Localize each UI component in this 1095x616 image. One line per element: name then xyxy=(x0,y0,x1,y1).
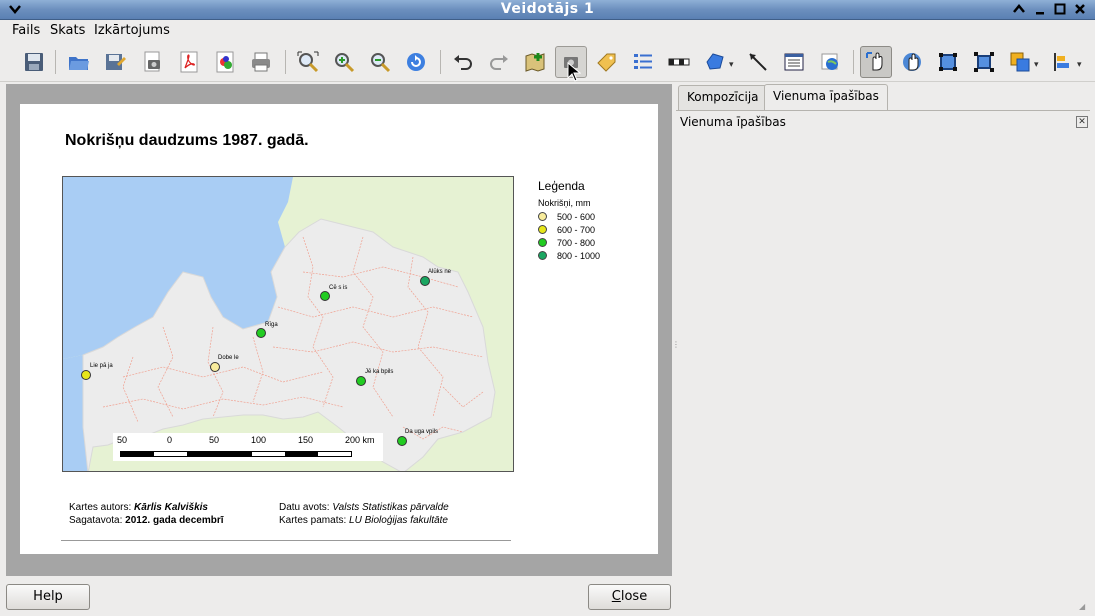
shade-up-icon[interactable] xyxy=(1010,2,1028,18)
tab-vienuma-ipasibas[interactable]: Vienuma īpašības xyxy=(764,84,888,110)
station-marker xyxy=(397,436,407,446)
add-arrow-icon[interactable] xyxy=(742,46,774,78)
author-name: Kārlis Kalviškis xyxy=(134,502,208,513)
legend-swatch xyxy=(538,238,547,247)
add-label-icon[interactable] xyxy=(591,46,623,78)
zoom-in-icon[interactable] xyxy=(328,46,360,78)
mouse-cursor-icon xyxy=(567,61,582,86)
source-value: Valsts Statistikas pārvalde xyxy=(332,502,449,513)
save-icon[interactable] xyxy=(18,46,50,78)
select-move-icon[interactable] xyxy=(860,46,892,78)
add-scalebar-icon[interactable] xyxy=(663,46,695,78)
station-label: Lie pā ja xyxy=(90,363,113,369)
close-button[interactable]: Close xyxy=(588,584,671,610)
toolbar: ▾ ▾ ▾ xyxy=(0,42,1095,82)
export-pdf-icon[interactable] xyxy=(173,46,205,78)
chevron-down-icon[interactable]: ▾ xyxy=(1034,60,1039,70)
scalebar[interactable]: 50 0 50 100 150 200 km xyxy=(113,433,383,461)
legend-item: 500 - 600 xyxy=(538,212,600,222)
map-title[interactable]: Nokrišņu daudzums 1987. gadā. xyxy=(65,132,309,150)
credits-right[interactable]: Datu avots: Valsts Statistikas pārvalde … xyxy=(279,501,449,527)
scalebar-label: 50 xyxy=(209,435,220,445)
save-as-template-icon[interactable] xyxy=(99,46,131,78)
open-icon[interactable] xyxy=(63,46,95,78)
source-label: Datu avots: xyxy=(279,502,330,513)
panel-header: Vienuma īpašības ✕ xyxy=(676,114,1088,132)
menu-izkartojums[interactable]: Izkārtojums xyxy=(94,23,170,38)
export-svg-icon[interactable] xyxy=(209,46,241,78)
station-label: Rīga xyxy=(265,322,278,328)
add-table-icon[interactable] xyxy=(778,46,810,78)
legend-title: Leģenda xyxy=(538,179,585,193)
station-label: Alūks ne xyxy=(428,269,452,275)
station-label: Da uga vpils xyxy=(405,429,439,435)
scalebar-label: 100 xyxy=(251,435,267,445)
prepared-label: Sagatavota: xyxy=(69,515,123,526)
station-marker xyxy=(210,362,220,372)
scalebar-label: 150 xyxy=(298,435,314,445)
legend-swatch xyxy=(538,251,547,260)
map-item[interactable]: Alūks ne Cē s is Rīga Dobe le Lie pā ja … xyxy=(62,176,514,472)
menu-fails[interactable]: Fails xyxy=(12,23,40,38)
add-legend-icon[interactable] xyxy=(627,46,659,78)
scalebar-label: 200 km xyxy=(345,435,375,445)
credits-left[interactable]: Kartes autors: Kārlis Kalviškis Sagatavo… xyxy=(69,501,224,527)
print-icon[interactable] xyxy=(245,46,277,78)
legend-item: 800 - 1000 xyxy=(538,251,600,261)
latvia-map xyxy=(63,177,513,471)
maximize-icon[interactable] xyxy=(1051,2,1069,18)
zoom-full-icon[interactable] xyxy=(292,46,324,78)
chevron-down-icon[interactable]: ▾ xyxy=(1077,60,1082,70)
window-title: Veidotājs 1 xyxy=(500,1,595,17)
station-label: Jē ka bpils xyxy=(365,369,394,375)
divider-line[interactable] xyxy=(61,540,511,541)
legend-item: 700 - 800 xyxy=(538,238,600,248)
legend-swatch xyxy=(538,212,547,221)
export-image-icon[interactable] xyxy=(137,46,169,78)
add-map-icon[interactable] xyxy=(519,46,551,78)
add-shape-icon[interactable] xyxy=(699,46,731,78)
raise-icon[interactable] xyxy=(1004,46,1036,78)
title-bar: Veidotājs 1 xyxy=(0,0,1095,20)
base-label: Kartes pamats: xyxy=(279,515,347,526)
station-marker xyxy=(320,291,330,301)
station-marker xyxy=(256,328,266,338)
undo-icon[interactable] xyxy=(447,46,479,78)
help-button[interactable]: Help xyxy=(6,584,90,610)
close-icon[interactable] xyxy=(1071,2,1089,18)
tab-kompozicija[interactable]: Kompozīcija xyxy=(678,85,768,110)
station-label: Dobe le xyxy=(218,355,239,361)
station-marker xyxy=(356,376,366,386)
composer-canvas[interactable]: Nokrišņu daudzums 1987. gadā. Alūks ne C… xyxy=(6,84,672,576)
ungroup-icon[interactable] xyxy=(968,46,1000,78)
close-icon[interactable]: ✕ xyxy=(1076,116,1088,128)
menu-skats[interactable]: Skats xyxy=(50,23,85,38)
station-marker xyxy=(81,370,91,380)
refresh-icon[interactable] xyxy=(400,46,432,78)
align-icon[interactable] xyxy=(1047,46,1079,78)
resize-grip-icon[interactable]: ◢ xyxy=(1079,602,1093,614)
station-label: Cē s is xyxy=(329,285,348,291)
menu-bar: Fails Skats Izkārtojums xyxy=(0,20,1095,42)
base-value: LU Bioloģijas fakultāte xyxy=(349,515,448,526)
group-icon[interactable] xyxy=(932,46,964,78)
legend-item: 600 - 700 xyxy=(538,225,600,235)
station-marker xyxy=(420,276,430,286)
legend-swatch xyxy=(538,225,547,234)
legend-subtitle: Nokrišņi, mm xyxy=(538,198,591,208)
minimize-icon[interactable] xyxy=(1031,2,1049,18)
scalebar-label: 50 xyxy=(117,435,128,445)
legend[interactable]: Leģenda Nokrišņi, mm 500 - 600 600 - 700… xyxy=(538,179,600,261)
scalebar-label: 0 xyxy=(167,435,173,445)
prepared-date: 2012. gada decembrī xyxy=(125,515,224,526)
panel-title: Vienuma īpašības xyxy=(680,115,786,129)
redo-icon[interactable] xyxy=(483,46,515,78)
item-properties-dock: Kompozīcija Vienuma īpašības Vienuma īpa… xyxy=(676,84,1090,576)
add-html-icon[interactable] xyxy=(814,46,846,78)
chevron-down-icon[interactable]: ▾ xyxy=(729,60,734,70)
author-label: Kartes autors: xyxy=(69,502,132,513)
composition-page[interactable]: Nokrišņu daudzums 1987. gadā. Alūks ne C… xyxy=(20,104,658,554)
zoom-out-icon[interactable] xyxy=(364,46,396,78)
move-content-icon[interactable] xyxy=(896,46,928,78)
